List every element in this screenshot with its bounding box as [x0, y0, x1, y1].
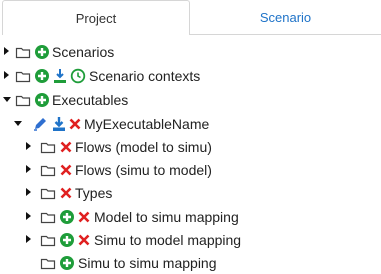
tab-bar: Project Scenario [0, 0, 381, 35]
collapse-caret-icon[interactable] [3, 97, 11, 102]
tree-node-label: Simu to simu mapping [78, 255, 217, 271]
remove-icon[interactable] [58, 139, 74, 155]
folder-icon [40, 258, 56, 270]
expand-caret-icon[interactable] [4, 47, 9, 55]
tab-project[interactable]: Project [2, 0, 190, 35]
download-icon[interactable] [51, 116, 67, 132]
tree-node-label: Types [75, 185, 113, 201]
tree-node-label: Flows (model to simu) [75, 139, 212, 155]
tree-node-flows-simu-to-model[interactable]: Flows (simu to model) [0, 159, 381, 181]
folder-icon [40, 142, 56, 154]
import-icon[interactable] [52, 68, 68, 84]
tab-scenario[interactable]: Scenario [190, 0, 381, 35]
folder-icon [40, 165, 56, 177]
add-icon[interactable] [59, 209, 75, 225]
folder-icon [15, 71, 31, 83]
tree-node-executables[interactable]: Executables [0, 89, 381, 111]
edit-icon[interactable] [32, 116, 48, 132]
remove-icon[interactable] [76, 209, 92, 225]
folder-icon [15, 95, 31, 107]
tree-node-label: Scenario contexts [89, 68, 201, 84]
remove-icon[interactable] [58, 185, 74, 201]
tree-node-scenarios[interactable]: Scenarios [0, 41, 381, 63]
add-icon[interactable] [59, 232, 75, 248]
expand-caret-icon[interactable] [26, 142, 31, 150]
add-icon[interactable] [34, 92, 50, 108]
folder-icon [40, 188, 56, 200]
remove-icon[interactable] [76, 232, 92, 248]
folder-icon [40, 235, 56, 247]
tree-node-label: Scenarios [52, 44, 115, 60]
add-icon[interactable] [34, 68, 50, 84]
tree-node-model-to-simu-mapping[interactable]: Model to simu mapping [0, 206, 381, 228]
tree-node-my-executable[interactable]: MyExecutableName [0, 113, 381, 135]
remove-icon[interactable] [58, 162, 74, 178]
collapse-caret-icon[interactable] [14, 121, 22, 126]
folder-icon [40, 212, 56, 224]
tab-divider [190, 34, 381, 35]
clock-icon[interactable] [70, 68, 86, 84]
tree-node-simu-to-simu-mapping[interactable]: Simu to simu mapping [0, 252, 381, 274]
tree-node-label: MyExecutableName [84, 116, 210, 132]
expand-caret-icon[interactable] [26, 212, 31, 220]
expand-caret-icon[interactable] [26, 235, 31, 243]
folder-icon [15, 47, 31, 59]
remove-icon[interactable] [67, 116, 83, 132]
expand-caret-icon[interactable] [26, 165, 31, 173]
expand-caret-icon[interactable] [26, 188, 31, 196]
tree-node-flows-model-to-simu[interactable]: Flows (model to simu) [0, 136, 381, 158]
add-icon[interactable] [59, 255, 75, 271]
tree-node-label: Model to simu mapping [94, 209, 239, 225]
expand-caret-icon[interactable] [4, 71, 9, 79]
tree-node-label: Executables [52, 92, 129, 108]
tree-node-scenario-contexts[interactable]: Scenario contexts [0, 65, 381, 87]
tree-node-simu-to-model-mapping[interactable]: Simu to model mapping [0, 229, 381, 251]
add-icon[interactable] [34, 44, 50, 60]
tree-node-label: Simu to model mapping [94, 232, 242, 248]
tree-node-label: Flows (simu to model) [75, 162, 212, 178]
tree-node-types[interactable]: Types [0, 182, 381, 204]
